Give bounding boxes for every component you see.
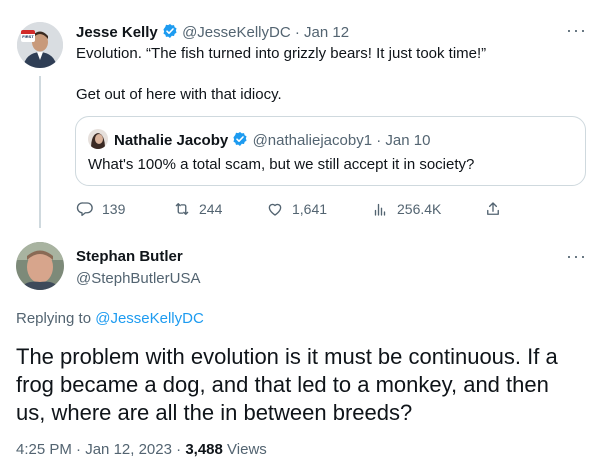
reply-text: The problem with evolution is it must be…	[16, 343, 558, 427]
tweet1-text-line2: Get out of here with that idiocy.	[76, 86, 282, 103]
replying-to: Replying to @JesseKellyDC	[16, 310, 204, 328]
separator-dot: ·	[176, 441, 182, 458]
reply-views-label: Views	[227, 441, 267, 458]
more-options-icon[interactable]: ···	[566, 20, 587, 41]
jesse-kelly-avatar[interactable]	[17, 22, 63, 68]
views-button[interactable]: 256.4K	[371, 200, 441, 218]
retweet-count: 244	[199, 201, 223, 217]
reply-time[interactable]: 4:25 PM	[16, 441, 72, 458]
tweet1-text-line1: Evolution. “The fish turned into grizzly…	[76, 45, 487, 62]
verified-badge-icon	[233, 132, 247, 146]
reply-icon	[76, 202, 93, 217]
reply-author-handle[interactable]: @StephButlerUSA	[76, 270, 200, 288]
replying-to-handle-link[interactable]: @JesseKellyDC	[95, 310, 204, 327]
tweet-date[interactable]: Jan 12	[304, 24, 349, 41]
reply-views-count: 3,488	[185, 441, 223, 458]
share-button[interactable]	[484, 200, 502, 218]
retweet-icon	[175, 203, 189, 215]
reply-meta: 4:25 PM · Jan 12, 2023 · 3,488 Views	[16, 441, 267, 459]
like-button[interactable]: 1,641	[266, 200, 327, 218]
reply-author-name[interactable]: Stephan Butler	[76, 248, 183, 266]
like-count: 1,641	[292, 201, 328, 217]
author-name[interactable]: Jesse Kelly	[76, 24, 158, 41]
stephan-butler-avatar[interactable]	[16, 242, 64, 290]
quote-author-handle[interactable]: @nathaliejacoby1	[253, 132, 372, 149]
thread-connector-line	[39, 76, 41, 228]
more-options-icon[interactable]: ···	[566, 246, 587, 267]
separator-dot: ·	[294, 24, 300, 41]
reply-text-line3: us, where are all the in between breeds?	[16, 400, 413, 425]
first-tv-logo-badge: FIRST	[21, 30, 35, 42]
quote-header: Nathalie Jacoby @nathaliejacoby1 · Jan 1…	[114, 131, 430, 150]
heart-icon	[268, 203, 282, 216]
analytics-bars-icon	[374, 203, 386, 216]
separator-dot: ·	[376, 132, 382, 149]
verified-badge-icon	[163, 24, 177, 38]
reply-date[interactable]: Jan 12, 2023	[85, 441, 172, 458]
reply-count: 139	[102, 201, 126, 217]
quote-text: What's 100% a total scam, but we still a…	[88, 156, 475, 173]
quote-date[interactable]: Jan 10	[385, 132, 430, 149]
first-tv-logo-text: FIRST	[22, 34, 34, 39]
reply-text-line1: The problem with evolution is it must be…	[16, 344, 558, 369]
retweet-button[interactable]: 244	[173, 200, 222, 218]
tweet1-header: Jesse Kelly @JesseKellyDC · Jan 12	[76, 23, 349, 42]
reply-text-line2: frog became a dog, and that led to a mon…	[16, 372, 549, 397]
share-icon	[487, 202, 499, 215]
separator-dot: ·	[76, 441, 82, 458]
quote-author-name[interactable]: Nathalie Jacoby	[114, 132, 228, 149]
replying-to-label: Replying to	[16, 310, 92, 327]
nathalie-jacoby-avatar[interactable]	[88, 129, 108, 149]
quoted-tweet-card[interactable]	[75, 116, 586, 186]
author-handle[interactable]: @JesseKellyDC	[182, 24, 291, 41]
reply-button[interactable]: 139	[76, 200, 125, 218]
views-count: 256.4K	[397, 201, 442, 217]
